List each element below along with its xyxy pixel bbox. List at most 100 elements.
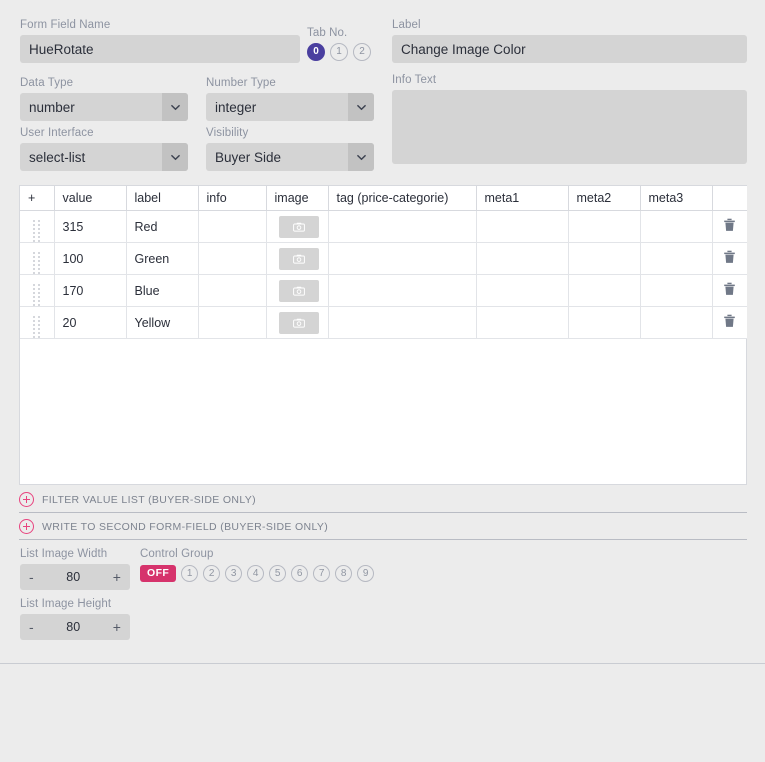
cell-meta2[interactable] [568,306,641,339]
drag-handle-icon[interactable] [33,316,41,338]
visibility-value: Buyer Side [215,149,282,165]
cell-image[interactable] [266,242,329,275]
label-field-input[interactable]: Change Image Color [392,35,747,63]
chevron-down-icon [162,143,188,171]
delete-row-icon[interactable] [723,218,736,235]
increment-height-button[interactable]: + [113,620,121,634]
row-drag-handle[interactable] [20,306,55,339]
cell-meta3[interactable] [640,306,713,339]
camera-icon[interactable] [278,311,319,334]
write-second-form-field-section[interactable]: WRITE TO SECOND FORM-FIELD (BUYER-SIDE O… [19,514,747,540]
top-form-region: Form Field Name HueRotate Tab No. 0 1 2 … [0,0,765,176]
cell-tag[interactable] [328,242,477,275]
control-group-option-9[interactable]: 9 [357,565,375,582]
cell-delete[interactable] [712,242,747,275]
decrement-height-button[interactable]: - [29,620,34,634]
control-group-option-4[interactable]: 4 [247,565,265,582]
camera-icon[interactable] [278,247,319,270]
row-drag-handle[interactable] [20,210,55,243]
cell-meta1[interactable] [476,306,569,339]
chevron-down-icon [162,93,188,121]
cell-image[interactable] [266,274,329,307]
camera-icon[interactable] [278,215,319,238]
plus-circle-icon [19,492,34,507]
user-interface-select[interactable]: select-list [20,143,188,171]
tab-no-option-1[interactable]: 1 [330,43,348,61]
number-type-select[interactable]: integer [206,93,374,121]
cell-meta3[interactable] [640,210,713,243]
cell-tag[interactable] [328,306,477,339]
control-group-option-1[interactable]: 1 [181,565,199,582]
cell-tag[interactable] [328,210,477,243]
table-row: 100 Green [20,242,747,275]
cell-delete[interactable] [712,306,747,339]
control-group-option-7[interactable]: 7 [313,565,331,582]
delete-row-icon[interactable] [723,282,736,299]
cell-label[interactable]: Red [126,210,199,243]
info-text-input[interactable] [392,90,747,164]
dialog-footer: Price Relevant Long Running / Update Thu… [0,664,765,762]
user-interface-group: User Interface select-list [20,126,188,171]
data-type-select[interactable]: number [20,93,188,121]
cell-info[interactable] [198,242,267,275]
column-header-image: image [266,186,329,211]
cell-value[interactable]: 315 [54,210,127,243]
cell-label[interactable]: Yellow [126,306,199,339]
cell-info[interactable] [198,306,267,339]
cell-value[interactable]: 170 [54,274,127,307]
cell-info[interactable] [198,274,267,307]
cell-tag[interactable] [328,274,477,307]
filter-value-list-label: FILTER VALUE LIST (BUYER-SIDE ONLY) [42,493,256,506]
cell-label[interactable]: Green [126,242,199,275]
cell-meta3[interactable] [640,242,713,275]
camera-icon[interactable] [278,279,319,302]
list-image-width-stepper[interactable]: - 80 + [20,564,130,590]
row-drag-handle[interactable] [20,274,55,307]
control-group-option-3[interactable]: 3 [225,565,243,582]
control-group-option-6[interactable]: 6 [291,565,309,582]
increment-width-button[interactable]: + [113,570,121,584]
cell-meta2[interactable] [568,274,641,307]
drag-handle-icon[interactable] [33,284,41,306]
user-interface-label: User Interface [20,127,94,139]
cell-image[interactable] [266,306,329,339]
tab-no-option-0[interactable]: 0 [307,43,325,61]
cell-meta3[interactable] [640,274,713,307]
label-info-column: Label Change Image Color Info Text [392,18,747,164]
tab-no-option-2[interactable]: 2 [353,43,371,61]
drag-handle-icon[interactable] [33,252,41,274]
decrement-width-button[interactable]: - [29,570,34,584]
form-field-name-input[interactable]: HueRotate [20,35,300,63]
list-image-height-stepper[interactable]: - 80 + [20,614,130,640]
control-group-option-5[interactable]: 5 [269,565,287,582]
control-group-option-8[interactable]: 8 [335,565,353,582]
column-header-meta1: meta1 [476,186,569,211]
data-type-value: number [29,99,75,115]
cell-image[interactable] [266,210,329,243]
add-row-button[interactable]: + [20,186,55,211]
cell-delete[interactable] [712,210,747,243]
cell-meta1[interactable] [476,242,569,275]
cell-value[interactable]: 20 [54,306,127,339]
cell-delete[interactable] [712,274,747,307]
visibility-select[interactable]: Buyer Side [206,143,374,171]
cell-meta1[interactable] [476,210,569,243]
tab-no-group: Tab No. 0 1 2 [307,26,377,61]
cell-info[interactable] [198,210,267,243]
control-group-option-2[interactable]: 2 [203,565,221,582]
drag-handle-icon[interactable] [33,220,41,242]
filter-value-list-section[interactable]: FILTER VALUE LIST (BUYER-SIDE ONLY) [19,487,747,513]
table-row: 315 Red [20,210,747,243]
cell-meta2[interactable] [568,242,641,275]
delete-row-icon[interactable] [723,314,736,331]
control-group-off-button[interactable]: OFF [140,565,177,582]
cell-meta2[interactable] [568,210,641,243]
cell-value[interactable]: 100 [54,242,127,275]
cell-meta1[interactable] [476,274,569,307]
row-drag-handle[interactable] [20,242,55,275]
column-header-tag: tag (price-categorie) [328,186,477,211]
cell-label[interactable]: Blue [126,274,199,307]
visibility-group: Visibility Buyer Side [206,126,374,171]
label-field-label: Label [392,19,421,31]
delete-row-icon[interactable] [723,250,736,267]
